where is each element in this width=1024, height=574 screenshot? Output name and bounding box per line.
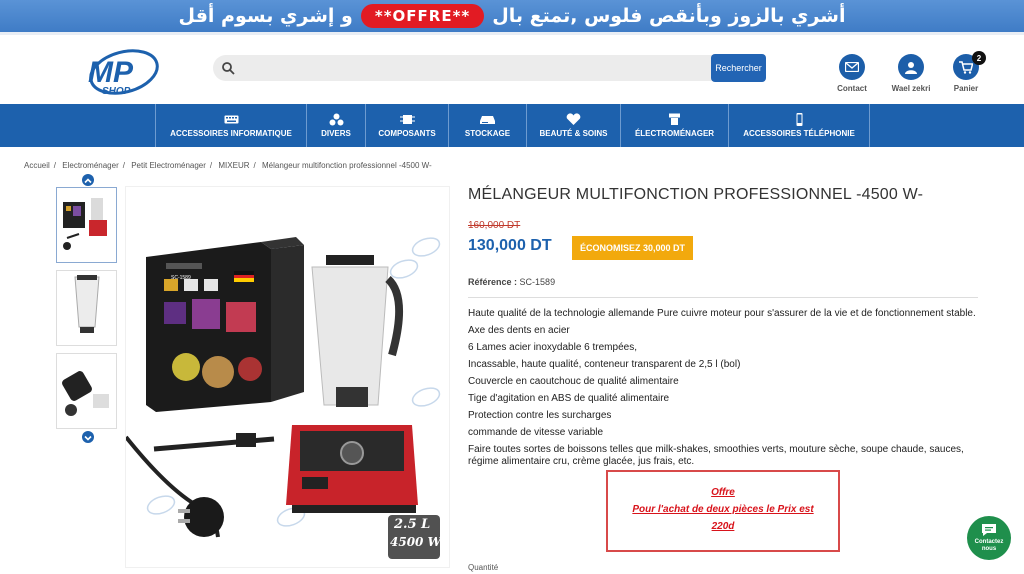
search-bar[interactable] [213,55,766,81]
nav-item-accessoires-informatique[interactable]: ACCESSOIRES INFORMATIQUE [155,104,306,147]
keyboard-icon [224,115,238,124]
offer-text: Pour l'achat de deux pièces le Prix est [632,504,814,515]
main-product-image[interactable]: SC-1589 2.5 L 4500 W [124,186,450,568]
power-text: 4500 W [390,535,442,549]
nav-label: ÉLECTROMÉNAGER [634,129,715,138]
thumbnail-scroll-down-button[interactable] [82,431,94,443]
nav-label: DIVERS [321,129,351,138]
thumbnail-product-box[interactable] [56,187,117,263]
nav-label: STOCKAGE [464,129,511,138]
site-header: MP SHOP Rechercher Contact Wael zekri 2 … [0,38,1024,104]
chat-icon [982,524,996,536]
nav-item-electromenager[interactable]: ÉLECTROMÉNAGER [620,104,728,147]
search-input[interactable] [241,59,711,77]
description-line: Incassable, haute qualité, conteneur tra… [468,359,741,370]
svg-text:MP: MP [88,56,134,89]
cart-count-badge: 2 [972,51,986,65]
appliance-icon [669,113,680,125]
breadcrumb-electromenager[interactable]: Electroménager [62,161,118,170]
reference: Référence : SC-1589 [468,277,555,287]
account-link[interactable]: Wael zekri [881,54,941,93]
offer-box: Offre Pour l'achat de deux pièces le Pri… [606,470,840,552]
promo-banner: أشري بالزوز وبأنقص فلوس ,تمتع بال **OFFR… [0,0,1024,35]
promo-text-right: و إشري بسوم أقل [178,5,353,27]
nav-item-divers[interactable]: DIVERS [306,104,365,147]
contact-chat-button[interactable]: Contactez nous [967,516,1011,560]
offer-price: 220d [711,521,735,532]
savings-badge: ÉCONOMISEZ 30,000 DT [572,236,694,260]
breadcrumb: Accueil / Electroménager / Petit Electromé… [24,161,432,170]
mail-icon [839,54,865,80]
description-line: Protection contre les surcharges [468,410,612,421]
cart-label: Panier [953,84,979,93]
chevron-down-icon [84,435,92,441]
phone-icon [796,113,802,126]
contact-label: Contact [837,84,867,93]
search-icon [222,62,235,75]
thumbnail-scroll-up-button[interactable] [82,174,94,186]
contact-link[interactable]: Contact [822,54,882,93]
shapes-icon [329,113,343,126]
tamper-and-plug-illustration [124,433,275,538]
current-price: 130,000 DT [468,237,552,254]
reference-label: Référence : [468,277,518,287]
breadcrumb-accueil[interactable]: Accueil [24,161,50,170]
description-line: Faire toutes sortes de boissons telles q… [468,444,964,467]
chip-icon [399,115,415,124]
nav-label: COMPOSANTS [378,129,436,138]
product-title: MÉLANGEUR MULTIFONCTION PROFESSIONNEL -4… [468,186,924,203]
nav-item-beaute-soins[interactable]: BEAUTÉ & SOINS [526,104,620,147]
divider [468,297,978,298]
product-description: Haute qualité de la technologie allemand… [468,308,980,473]
heart-icon [566,113,581,125]
nav-item-composants[interactable]: COMPOSANTS [365,104,448,147]
old-price: 160,000 DT [468,220,521,231]
offer-title: Offre [711,487,735,498]
thumbnail-parts[interactable] [56,353,117,429]
thumbnail-jar[interactable] [56,270,117,346]
breadcrumb-petit-electromenager[interactable]: Petit Electroménager [131,161,206,170]
description-line: Couvercle en caoutchouc de qualité alime… [468,376,679,387]
description-line: 6 Lames acier inoxydable 6 trempées, [468,342,637,353]
capacity-text: 2.5 L [394,517,431,532]
cart-link[interactable]: 2 Panier [936,51,996,93]
promo-offre-badge: **OFFRE** [360,4,485,28]
nav-item-accessoires-telephonie[interactable]: ACCESSOIRES TÉLÉPHONIE [728,104,870,147]
reference-value: SC-1589 [519,277,556,287]
user-name: Wael zekri [891,84,931,93]
blender-illustration [286,255,418,513]
nav-label: ACCESSOIRES INFORMATIQUE [170,129,292,138]
description-line: Haute qualité de la technologie allemand… [468,308,976,319]
search-button[interactable]: Rechercher [711,54,766,82]
disk-icon [480,116,495,124]
description-line: Axe des dents en acier [468,325,570,336]
chevron-up-icon [84,178,92,184]
description-line: commande de vitesse variable [468,427,604,438]
breadcrumb-mixeur[interactable]: MIXEUR [218,161,249,170]
promo-text-left: أشري بالزوز وبأنقص فلوس ,تمتع بال [492,5,846,27]
nav-label: ACCESSOIRES TÉLÉPHONIE [743,129,855,138]
breadcrumb-current: Mélangeur multifonction professionnel -4… [261,161,432,170]
description-line: Tige d'agitation en ABS de qualité alime… [468,393,670,404]
nav-item-stockage[interactable]: STOCKAGE [448,104,526,147]
mp-shop-logo[interactable]: MP SHOP [80,42,162,102]
user-icon [898,54,924,80]
product-box-illustration [146,237,304,412]
main-navigation: ACCESSOIRES INFORMATIQUE DIVERS COMPOSAN… [0,104,1024,147]
svg-text:SHOP: SHOP [102,86,131,97]
chat-label: Contactez nous [974,539,1004,552]
box-model-text: SC-1589 [171,275,191,281]
nav-label: BEAUTÉ & SOINS [539,129,608,138]
